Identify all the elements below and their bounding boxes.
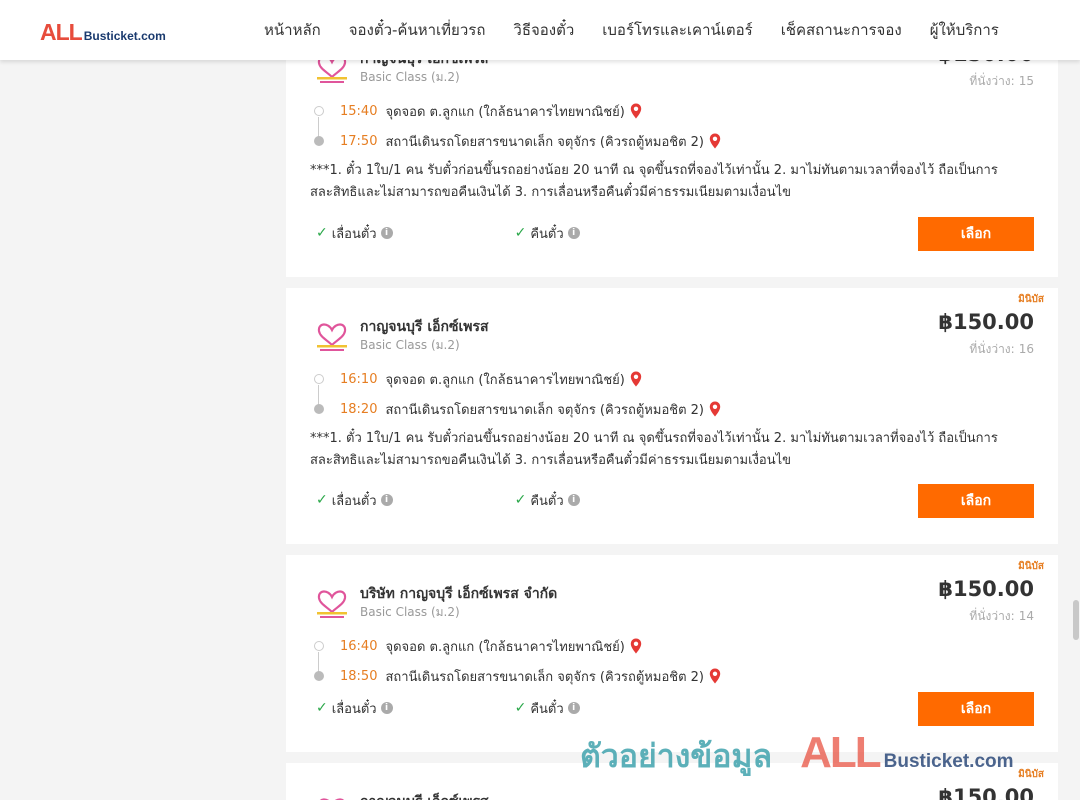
departure-stop: 16:40 จุดจอด ต.ลูกแก (ใกล้ธนาคารไทยพาณิช…: [314, 635, 642, 657]
page-scrollbar[interactable]: [1072, 60, 1080, 800]
info-icon[interactable]: i: [380, 494, 393, 506]
seats-available: ที่นั่งว่าง: 14: [969, 609, 1034, 623]
departure-stop: 15:40 จุดจอด ต.ลูกแก (ใกล้ธนาคารไทยพาณิช…: [314, 100, 642, 122]
departure-place: จุดจอด ต.ลูกแก (ใกล้ธนาคารไทยพาณิชย์): [385, 104, 625, 120]
trip-options: ✓ เลื่อนตั๋ว i ✓ คืนตั๋ว i: [316, 223, 580, 243]
departure-place: จุดจอด ต.ลูกแก (ใกล้ธนาคารไทยพาณิชย์): [385, 639, 625, 655]
select-trip-button[interactable]: เลือก: [918, 692, 1034, 726]
map-pin-icon[interactable]: [709, 668, 721, 684]
reschedule-option: ✓ เลื่อนตั๋ว i: [316, 698, 393, 719]
trip-price: ฿150.00: [938, 577, 1034, 601]
check-icon: ✓: [514, 225, 527, 241]
info-icon[interactable]: i: [380, 702, 393, 714]
scrollbar-thumb[interactable]: [1073, 600, 1079, 640]
info-icon[interactable]: i: [380, 227, 393, 239]
departure-time: 15:40: [340, 103, 378, 119]
departure-time: 16:10: [340, 371, 378, 387]
map-pin-icon[interactable]: [630, 638, 642, 654]
info-icon[interactable]: i: [567, 702, 580, 714]
minibus-badge: มินิบัส: [1018, 561, 1044, 572]
route-stops: 16:40 จุดจอด ต.ลูกแก (ใกล้ธนาคารไทยพาณิช…: [314, 635, 914, 705]
operator-name: กาญจนบุรี เอ็กซ์เพรส: [360, 319, 489, 335]
departure-place: จุดจอด ต.ลูกแก (ใกล้ธนาคารไทยพาณิชย์): [385, 372, 625, 388]
map-pin-icon[interactable]: [709, 133, 721, 149]
arrival-time: 18:50: [340, 668, 378, 684]
logo-domain: Busticket.com: [83, 29, 166, 43]
select-trip-button[interactable]: เลือก: [918, 217, 1034, 251]
arrival-time: 18:20: [340, 401, 378, 417]
menu-check-status[interactable]: เช็คสถานะการจอง: [781, 18, 902, 42]
trip-conditions: ***1. ตั๋ว 1ใบ/1 คน รับตั๋วก่อนขึ้นรถอย่…: [310, 163, 998, 200]
map-pin-icon[interactable]: [630, 103, 642, 119]
departure-dot-icon: [314, 374, 324, 384]
operator-logo-icon: [317, 323, 347, 351]
trip-card: มินิบัส กาญจนบุรี เอ็กซ์เพรส Basic Class…: [286, 288, 1058, 544]
arrival-place: สถานีเดินรถโดยสารขนาดเล็ก จตุจักร (คิวรถ…: [385, 402, 704, 418]
operator-name: กาญจนบุรี เอ็กซ์เพรส: [360, 791, 489, 800]
arrival-stop: 17:50 สถานีเดินรถโดยสารขนาดเล็ก จตุจักร …: [314, 130, 721, 152]
arrival-dot-icon: [314, 136, 324, 146]
check-icon: ✓: [316, 700, 328, 716]
map-pin-icon[interactable]: [709, 401, 721, 417]
refund-option: ✓ คืนตั๋ว i: [515, 223, 580, 244]
reschedule-option: ✓ เลื่อนตั๋ว i: [316, 490, 393, 511]
arrival-stop: 18:20 สถานีเดินรถโดยสารขนาดเล็ก จตุจักร …: [314, 398, 721, 420]
departure-dot-icon: [314, 106, 324, 116]
logo-all: ALL: [40, 19, 83, 45]
menu-operators[interactable]: ผู้ให้บริการ: [930, 18, 999, 42]
operator-logo-icon: [317, 590, 347, 618]
trip-price: ฿150.00: [938, 785, 1034, 800]
refund-option: ✓ คืนตั๋ว i: [515, 698, 580, 719]
refund-option: ✓ คืนตั๋ว i: [515, 490, 580, 511]
trip-card: มินิบัส บริษัท กาญจบุรี เอ็กซ์เพรส จำกัด…: [286, 555, 1058, 752]
select-trip-button[interactable]: เลือก: [918, 484, 1034, 518]
info-icon[interactable]: i: [567, 227, 580, 239]
seats-available: ที่นั่งว่าง: 15: [969, 74, 1034, 88]
departure-stop: 16:10 จุดจอด ต.ลูกแก (ใกล้ธนาคารไทยพาณิช…: [314, 368, 642, 390]
info-icon[interactable]: i: [567, 494, 580, 506]
departure-dot-icon: [314, 641, 324, 651]
bus-class: Basic Class (ม.2): [360, 70, 460, 84]
trip-card: มินิบัส กาญจนบุรี เอ็กซ์เพรส ฿150.00: [286, 763, 1058, 800]
check-icon: ✓: [514, 700, 527, 716]
trip-options: ✓ เลื่อนตั๋ว i ✓ คืนตั๋ว i: [316, 490, 580, 510]
arrival-dot-icon: [314, 671, 324, 681]
site-logo[interactable]: ALL Busticket.com: [40, 19, 166, 46]
arrival-dot-icon: [314, 404, 324, 414]
trip-options: ✓ เลื่อนตั๋ว i ✓ คืนตั๋ว i: [316, 698, 580, 718]
main-menu: หน้าหลัก จองตั๋ว-ค้นหาเที่ยวรถ วิธีจองตั…: [250, 0, 1013, 60]
menu-book-search[interactable]: จองตั๋ว-ค้นหาเที่ยวรถ: [349, 18, 486, 42]
seats-available: ที่นั่งว่าง: 16: [969, 342, 1034, 356]
map-pin-icon[interactable]: [630, 371, 642, 387]
arrival-time: 17:50: [340, 133, 378, 149]
operator-name: บริษัท กาญจบุรี เอ็กซ์เพรส จำกัด: [360, 586, 558, 602]
trip-conditions: ***1. ตั๋ว 1ใบ/1 คน รับตั๋วก่อนขึ้นรถอย่…: [310, 431, 998, 468]
arrival-place: สถานีเดินรถโดยสารขนาดเล็ก จตุจักร (คิวรถ…: [385, 134, 704, 150]
menu-phone-counter[interactable]: เบอร์โทรและเคาน์เตอร์: [602, 18, 752, 42]
bus-class: Basic Class (ม.2): [360, 338, 460, 352]
bus-class: Basic Class (ม.2): [360, 605, 460, 619]
arrival-place: สถานีเดินรถโดยสารขนาดเล็ก จตุจักร (คิวรถ…: [385, 669, 704, 685]
menu-how-to-book[interactable]: วิธีจองตั๋ว: [513, 18, 574, 42]
minibus-badge: มินิบัส: [1018, 769, 1044, 780]
top-navbar: ALL Busticket.com หน้าหลัก จองตั๋ว-ค้นหา…: [0, 0, 1080, 60]
reschedule-option: ✓ เลื่อนตั๋ว i: [316, 223, 393, 244]
operator-logo-icon: [319, 798, 345, 800]
minibus-badge: มินิบัส: [1018, 294, 1044, 305]
departure-time: 16:40: [340, 638, 378, 654]
trip-price: ฿150.00: [938, 310, 1034, 334]
arrival-stop: 18:50 สถานีเดินรถโดยสารขนาดเล็ก จตุจักร …: [314, 665, 721, 687]
check-icon: ✓: [316, 492, 328, 508]
check-icon: ✓: [316, 225, 328, 241]
menu-home[interactable]: หน้าหลัก: [264, 18, 321, 42]
check-icon: ✓: [514, 492, 527, 508]
